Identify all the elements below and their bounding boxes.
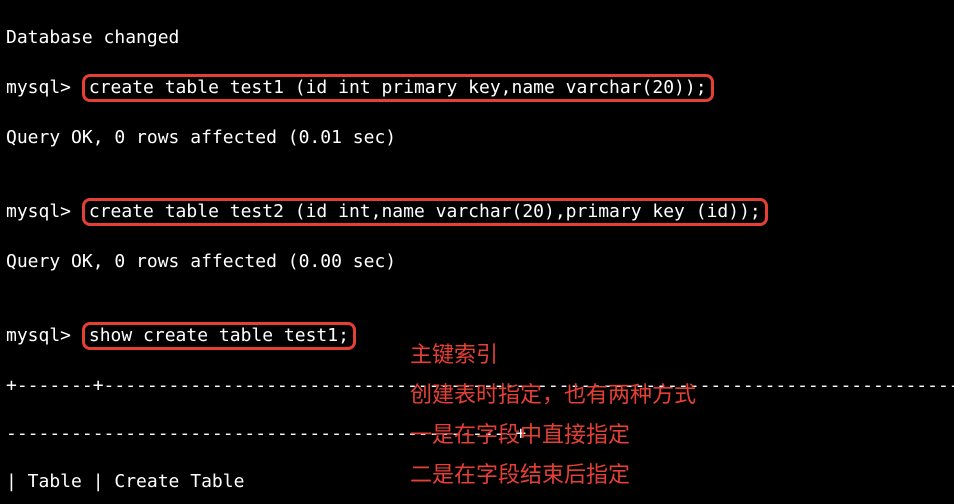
annotation-title: 主键索引 xyxy=(410,340,498,370)
mysql-prompt: mysql> xyxy=(6,77,82,98)
query-result: Query OK, 0 rows affected (0.00 sec) xyxy=(6,250,948,274)
annotation-line: 二是在字段结束后指定 xyxy=(410,460,630,490)
query-result: Query OK, 0 rows affected (0.01 sec) xyxy=(6,126,948,150)
mysql-prompt: mysql> xyxy=(6,325,82,346)
mysql-prompt: mysql> xyxy=(6,201,82,222)
highlight-cmd-create-test2: create table test2 (id int,name varchar(… xyxy=(82,198,768,226)
highlight-cmd-create-test1: create table test1 (id int primary key,n… xyxy=(82,74,714,102)
status-line: Database changed xyxy=(6,26,948,50)
annotation-line: 创建表时指定，也有两种方式 xyxy=(410,380,696,410)
terminal-output: Database changed mysql> create table tes… xyxy=(0,0,954,504)
annotation-line: 一是在字段中直接指定 xyxy=(410,420,630,450)
highlight-cmd-show-create: show create table test1; xyxy=(82,322,356,350)
